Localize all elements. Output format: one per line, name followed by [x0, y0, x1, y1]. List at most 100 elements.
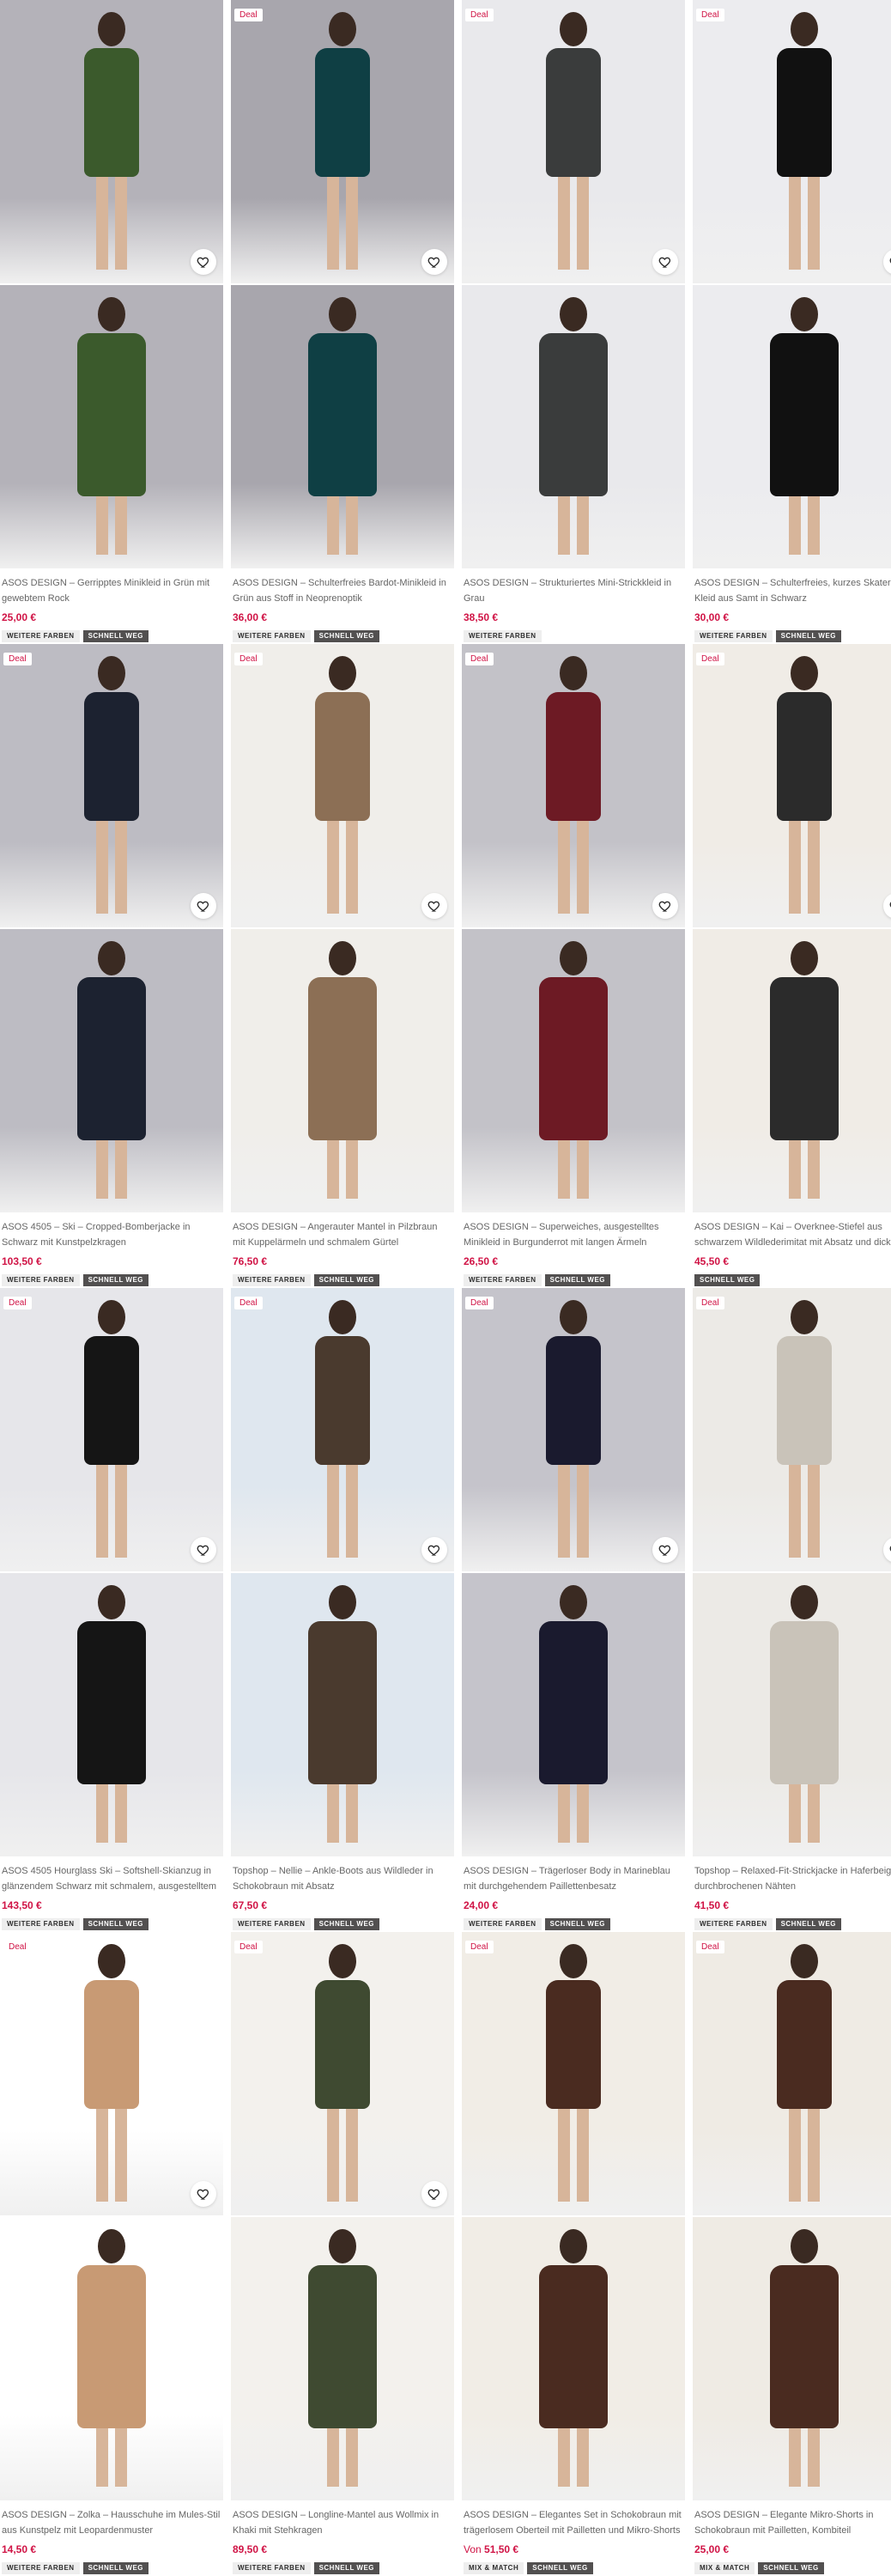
save-for-later-heart-icon[interactable]: [421, 1537, 447, 1563]
product-card[interactable]: Deal ASOS DESIGN – Strukturiertes Mini-St…: [462, 0, 685, 644]
save-for-later-heart-icon[interactable]: [883, 1537, 891, 1563]
product-media[interactable]: Deal: [231, 0, 454, 568]
selling-fast-badge: SCHNELL WEG: [544, 1918, 611, 1930]
product-title[interactable]: ASOS DESIGN – Elegante Mikro-Shorts in S…: [694, 2507, 891, 2538]
product-title[interactable]: ASOS DESIGN – Gerripptes Minikleid in Gr…: [2, 575, 221, 606]
product-card[interactable]: Deal ASOS DESIGN – Longline-Mantel aus Wo…: [231, 1932, 454, 2576]
product-media[interactable]: [0, 0, 223, 568]
product-image-alt[interactable]: [462, 285, 685, 568]
product-title[interactable]: ASOS DESIGN – Schulterfreies, kurzes Ska…: [694, 575, 891, 606]
product-title[interactable]: ASOS 4505 Hourglass Ski – Softshell-Skia…: [2, 1863, 221, 1894]
product-image-alt[interactable]: [231, 1573, 454, 1856]
product-image[interactable]: Deal: [693, 1932, 891, 2215]
product-card[interactable]: Deal ASOS DESIGN – Schulterfreies, kurzes…: [693, 0, 891, 644]
product-image-alt[interactable]: [693, 2217, 891, 2500]
product-image[interactable]: Deal: [0, 1288, 223, 1571]
product-image[interactable]: Deal: [462, 1932, 685, 2215]
product-media[interactable]: Deal: [462, 644, 685, 1212]
save-for-later-heart-icon[interactable]: [421, 249, 447, 275]
product-image-alt[interactable]: [0, 285, 223, 568]
product-image[interactable]: Deal: [693, 0, 891, 283]
product-image-alt[interactable]: [0, 1573, 223, 1856]
save-for-later-heart-icon[interactable]: [652, 249, 678, 275]
save-for-later-heart-icon[interactable]: [652, 1537, 678, 1563]
selling-fast-badge: SCHNELL WEG: [313, 2562, 380, 2574]
product-card[interactable]: Deal ASOS DESIGN – Elegantes Set in Schok…: [462, 1932, 685, 2576]
product-image[interactable]: Deal: [231, 0, 454, 283]
product-image[interactable]: Deal: [231, 1288, 454, 1571]
product-image[interactable]: Deal: [0, 644, 223, 927]
product-title[interactable]: Topshop – Nellie – Ankle-Boots aus Wildl…: [233, 1863, 452, 1894]
product-image[interactable]: Deal: [693, 644, 891, 927]
product-media[interactable]: Deal: [693, 644, 891, 1212]
product-media[interactable]: Deal: [462, 1288, 685, 1856]
save-for-later-heart-icon[interactable]: [191, 249, 216, 275]
product-title[interactable]: ASOS DESIGN – Elegantes Set in Schokobra…: [464, 2507, 683, 2538]
product-title[interactable]: ASOS DESIGN – Trägerloser Body in Marine…: [464, 1863, 683, 1894]
product-image-alt[interactable]: [231, 929, 454, 1212]
save-for-later-heart-icon[interactable]: [421, 2181, 447, 2207]
product-media[interactable]: Deal: [693, 1932, 891, 2500]
product-image-alt[interactable]: [462, 929, 685, 1212]
product-media[interactable]: Deal: [0, 644, 223, 1212]
product-image[interactable]: Deal: [693, 1288, 891, 1571]
product-image[interactable]: Deal: [231, 1932, 454, 2215]
product-image[interactable]: Deal: [462, 0, 685, 283]
product-title[interactable]: ASOS DESIGN – Kai – Overknee-Stiefel aus…: [694, 1219, 891, 1250]
product-card[interactable]: Deal ASOS 4505 Hourglass Ski – Softshell-…: [0, 1288, 223, 1932]
product-title[interactable]: Topshop – Relaxed-Fit-Strickjacke in Haf…: [694, 1863, 891, 1894]
product-grid: ASOS DESIGN – Gerripptes Minikleid in Gr…: [0, 0, 891, 2576]
product-media[interactable]: Deal: [462, 0, 685, 568]
product-title[interactable]: ASOS DESIGN – Angerauter Mantel in Pilzb…: [233, 1219, 452, 1250]
product-card[interactable]: Deal Topshop – Nellie – Ankle-Boots aus W…: [231, 1288, 454, 1932]
product-image-alt[interactable]: [462, 2217, 685, 2500]
product-title[interactable]: ASOS DESIGN – Schulterfreies Bardot-Mini…: [233, 575, 452, 606]
product-card[interactable]: Deal ASOS 4505 – Ski – Cropped-Bomberjack…: [0, 644, 223, 1288]
product-image-alt[interactable]: [231, 285, 454, 568]
product-price: 143,50 €: [2, 1899, 221, 1913]
product-model-figure: [753, 297, 856, 563]
save-for-later-heart-icon[interactable]: [652, 893, 678, 919]
product-card[interactable]: Deal ASOS DESIGN – Kai – Overknee-Stiefel…: [693, 644, 891, 1288]
save-for-later-heart-icon[interactable]: [883, 249, 891, 275]
product-media[interactable]: Deal: [462, 1932, 685, 2500]
product-media[interactable]: Deal: [0, 1932, 223, 2500]
product-card[interactable]: Deal ASOS DESIGN – Angerauter Mantel in P…: [231, 644, 454, 1288]
save-for-later-heart-icon[interactable]: [883, 893, 891, 919]
product-title[interactable]: ASOS DESIGN – Longline-Mantel aus Wollmi…: [233, 2507, 452, 2538]
product-image[interactable]: [0, 0, 223, 283]
save-for-later-heart-icon[interactable]: [191, 1537, 216, 1563]
save-for-later-heart-icon[interactable]: [421, 893, 447, 919]
product-image-alt[interactable]: [0, 2217, 223, 2500]
product-image-alt[interactable]: [0, 929, 223, 1212]
product-card[interactable]: Deal ASOS DESIGN – Superweiches, ausgeste…: [462, 644, 685, 1288]
product-media[interactable]: Deal: [231, 644, 454, 1212]
product-media[interactable]: Deal: [693, 0, 891, 568]
product-media[interactable]: Deal: [231, 1932, 454, 2500]
product-title[interactable]: ASOS DESIGN – Strukturiertes Mini-Strick…: [464, 575, 683, 606]
product-image[interactable]: Deal: [462, 644, 685, 927]
product-title[interactable]: ASOS DESIGN – Zolka – Hausschuhe im Mule…: [2, 2507, 221, 2538]
product-image[interactable]: Deal: [0, 1932, 223, 2215]
product-badges: WEITERE FARBEN SCHNELL WEG: [694, 1918, 891, 1930]
product-image-alt[interactable]: [462, 1573, 685, 1856]
product-card[interactable]: Deal ASOS DESIGN – Schulterfreies Bardot-…: [231, 0, 454, 644]
product-image-alt[interactable]: [693, 285, 891, 568]
product-media[interactable]: Deal: [231, 1288, 454, 1856]
product-image-alt[interactable]: [231, 2217, 454, 2500]
product-title[interactable]: ASOS DESIGN – Superweiches, ausgestellte…: [464, 1219, 683, 1250]
save-for-later-heart-icon[interactable]: [191, 2181, 216, 2207]
product-card[interactable]: Deal ASOS DESIGN – Elegante Mikro-Shorts …: [693, 1932, 891, 2576]
product-image-alt[interactable]: [693, 929, 891, 1212]
save-for-later-heart-icon[interactable]: [191, 893, 216, 919]
product-image-alt[interactable]: [693, 1573, 891, 1856]
product-image[interactable]: Deal: [231, 644, 454, 927]
product-image[interactable]: Deal: [462, 1288, 685, 1571]
product-card[interactable]: ASOS DESIGN – Gerripptes Minikleid in Gr…: [0, 0, 223, 644]
product-media[interactable]: Deal: [693, 1288, 891, 1856]
product-title[interactable]: ASOS 4505 – Ski – Cropped-Bomberjacke in…: [2, 1219, 221, 1250]
product-card[interactable]: Deal ASOS DESIGN – Zolka – Hausschuhe im …: [0, 1932, 223, 2576]
product-card[interactable]: Deal ASOS DESIGN – Trägerloser Body in Ma…: [462, 1288, 685, 1932]
product-card[interactable]: Deal Topshop – Relaxed-Fit-Strickjacke in…: [693, 1288, 891, 1932]
product-media[interactable]: Deal: [0, 1288, 223, 1856]
